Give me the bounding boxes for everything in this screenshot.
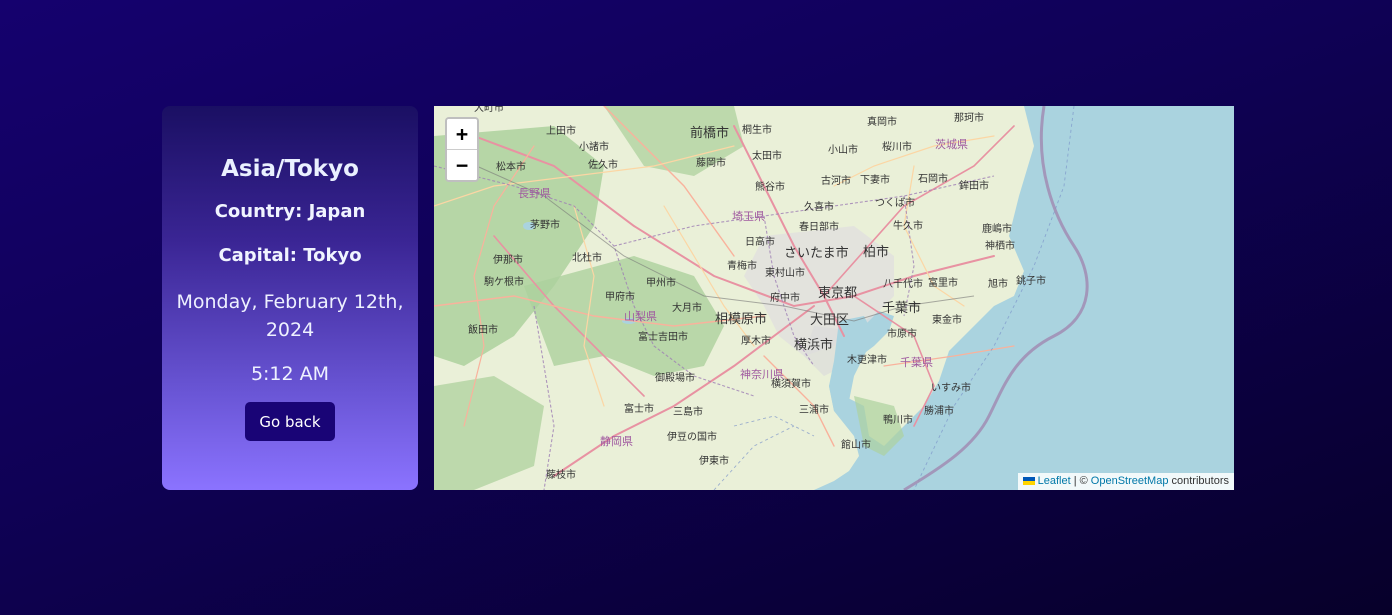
label-ushiku: 牛久市 — [893, 219, 923, 232]
label-kamogawa: 鴨川市 — [883, 413, 913, 426]
label-yamanashi-pref: 山梨県 — [624, 309, 657, 323]
label-kasukabe: 春日部市 — [799, 220, 839, 233]
label-tokyo: 東京都 — [818, 285, 857, 301]
label-hokuto: 北杜市 — [572, 251, 602, 264]
label-fujieda: 藤枝市 — [546, 468, 576, 481]
label-ichihara: 市原市 — [887, 327, 917, 340]
map-view[interactable]: 前橋市 桐生市 上田市 小諸市 佐久市 藤岡市 太田市 小山市 真岡市 桜川市 … — [434, 106, 1234, 490]
label-chiba-pref: 千葉県 — [900, 355, 933, 369]
timezone-title: Asia/Tokyo — [221, 156, 359, 182]
date-text: Monday, February 12th, 2024 — [176, 291, 404, 341]
label-naka: 那珂市 — [954, 111, 984, 124]
label-fujiyoshida: 富士吉田市 — [638, 330, 688, 343]
label-ota: 太田市 — [752, 149, 782, 162]
label-sagamihara: 相模原市 — [715, 311, 767, 327]
label-chino: 茅野市 — [530, 218, 560, 231]
zoom-out-button[interactable]: − — [447, 150, 477, 180]
label-saitama: さいたま市 — [784, 245, 849, 261]
label-kashiwa: 柏市 — [863, 244, 889, 260]
openstreetmap-link[interactable]: OpenStreetMap — [1091, 475, 1169, 487]
label-shimotsuma: 下妻市 — [860, 173, 890, 186]
country-label: Country: Japan — [214, 201, 366, 222]
label-saitama-pref: 埼玉県 — [732, 209, 765, 223]
label-izunokuni: 伊豆の国市 — [667, 430, 717, 443]
map-attribution: Leaflet | © OpenStreetMap contributors — [1017, 473, 1234, 490]
label-ome: 青梅市 — [727, 259, 757, 272]
label-kanagawa-pref: 神奈川県 — [740, 367, 784, 381]
zoom-in-button[interactable]: + — [447, 119, 477, 150]
map-tiles: 前橋市 桐生市 上田市 小諸市 佐久市 藤岡市 太田市 小山市 真岡市 桜川市 … — [434, 106, 1234, 490]
label-miura: 三浦市 — [799, 403, 829, 416]
label-ohmachi: 大町市 — [474, 106, 504, 114]
label-tomisato: 富里市 — [928, 276, 958, 289]
label-ueda: 上田市 — [546, 124, 576, 137]
label-koga: 古河市 — [821, 174, 851, 187]
label-katsuura: 勝浦市 — [924, 404, 954, 417]
label-kumagaya: 熊谷市 — [755, 180, 785, 193]
capital-label: Capital: Tokyo — [218, 245, 362, 266]
label-tsukuba: つくば市 — [875, 196, 915, 209]
label-kisarazu: 木更津市 — [847, 353, 887, 366]
attribution-separator: | © — [1073, 475, 1088, 487]
label-fuji: 富士市 — [624, 402, 654, 415]
label-kashima: 鹿嶋市 — [982, 222, 1012, 235]
label-shizuoka-pref: 静岡県 — [600, 434, 633, 448]
label-higashimurayama: 東村山市 — [765, 266, 805, 279]
label-gotemba: 御殿場市 — [655, 371, 695, 384]
label-ito: 伊東市 — [699, 454, 729, 467]
label-tateyama: 館山市 — [841, 438, 871, 451]
label-nagano-pref: 長野県 — [518, 187, 551, 200]
label-mishima: 三島市 — [673, 405, 703, 418]
label-iida: 飯田市 — [468, 323, 498, 336]
timezone-card: Asia/Tokyo Country: Japan Capital: Tokyo… — [162, 106, 418, 490]
label-chiba: 千葉市 — [882, 300, 921, 316]
label-maebashi: 前橋市 — [690, 125, 729, 141]
label-komagane: 駒ケ根市 — [484, 275, 524, 288]
label-togane: 東金市 — [932, 313, 962, 326]
label-sakuragawa: 桜川市 — [882, 140, 912, 153]
label-saku: 佐久市 — [588, 158, 618, 171]
label-komoro: 小諸市 — [579, 140, 609, 153]
label-mooka: 真岡市 — [867, 115, 897, 128]
label-asahi: 旭市 — [988, 277, 1008, 290]
go-back-button[interactable]: Go back — [245, 402, 335, 441]
label-ibaraki-pref: 茨城県 — [935, 137, 968, 151]
label-kofu: 甲府市 — [605, 290, 635, 303]
zoom-control: + − — [445, 117, 479, 182]
time-text: 5:12 AM — [250, 363, 330, 385]
label-oyama: 小山市 — [828, 143, 858, 156]
label-yachiyo: 八千代市 — [883, 277, 923, 290]
label-atsugi: 厚木市 — [741, 334, 771, 347]
label-matsumoto: 松本市 — [496, 160, 526, 173]
label-hidaka: 日高市 — [745, 235, 775, 248]
label-ota-ku: 大田区 — [810, 313, 849, 328]
label-koshu: 甲州市 — [646, 276, 676, 289]
label-kiryu: 桐生市 — [742, 123, 772, 136]
ukraine-flag-icon — [1022, 477, 1035, 485]
attribution-contributors: contributors — [1171, 475, 1229, 487]
label-fujioka: 藤岡市 — [696, 156, 726, 169]
label-otsuki: 大月市 — [672, 301, 702, 314]
label-ina: 伊那市 — [493, 253, 523, 266]
label-isumi: いすみ市 — [931, 381, 971, 394]
label-choshi: 銚子市 — [1016, 274, 1046, 287]
label-hokota: 鉾田市 — [959, 179, 989, 192]
leaflet-link[interactable]: Leaflet — [1038, 475, 1071, 487]
label-yokohama: 横浜市 — [794, 337, 833, 353]
label-ishioka: 石岡市 — [918, 172, 948, 185]
label-fuchu: 府中市 — [770, 291, 800, 304]
label-kamisu: 神栖市 — [985, 239, 1015, 252]
label-kuki: 久喜市 — [804, 200, 834, 213]
